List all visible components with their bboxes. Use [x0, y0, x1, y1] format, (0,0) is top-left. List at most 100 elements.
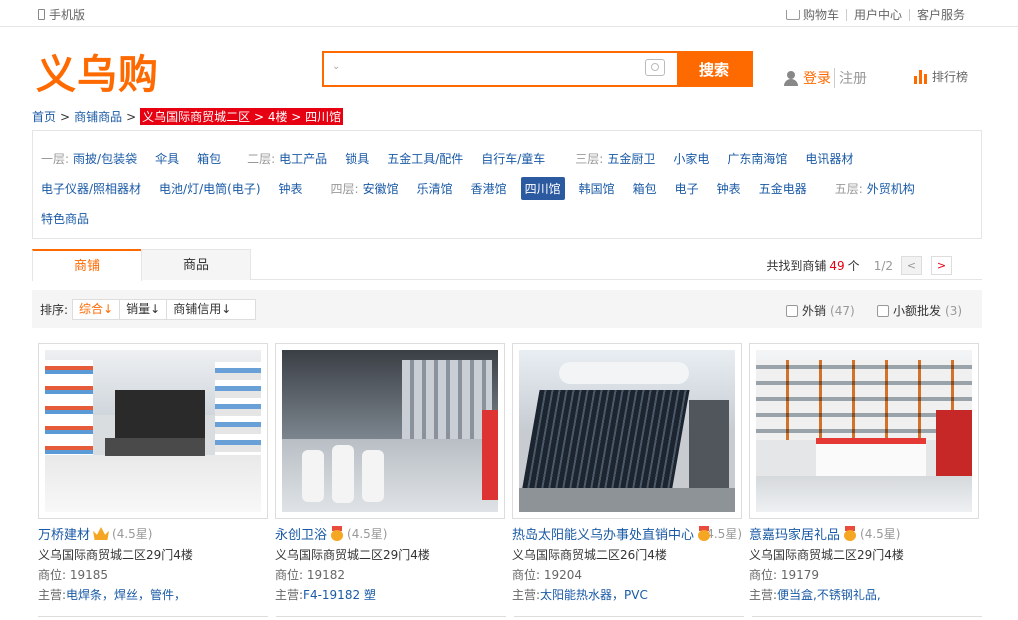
floor-item[interactable]: 电工产品: [279, 150, 327, 167]
shop-name[interactable]: 意嘉玛家居礼品: [749, 524, 840, 543]
user-center-link[interactable]: 用户中心: [847, 6, 909, 23]
shop-photo-frame[interactable]: [38, 343, 268, 519]
prev-page-button[interactable]: <: [901, 256, 922, 275]
chevron-down-icon[interactable]: ⌄: [332, 61, 340, 72]
floor-item[interactable]: 钟表: [279, 180, 303, 197]
business-label: 主营:: [38, 588, 67, 602]
shop-name-row[interactable]: 永创卫浴 (4.5星): [275, 524, 505, 543]
shop-business: 主营:太阳能热水器，PVC: [512, 586, 742, 603]
floor-item[interactable]: 外贸机构: [867, 180, 915, 197]
floor-item[interactable]: 乐清馆: [417, 180, 453, 197]
shop-card[interactable]: 意嘉玛家居礼品 (4.5星) 义乌国际商贸城二区29门4楼 商位: 19179 …: [749, 343, 979, 603]
shop-photo-frame[interactable]: [275, 343, 505, 519]
shop-name-row[interactable]: 万桥建材 (4.5星): [38, 524, 268, 543]
breadcrumb-shops[interactable]: 商铺商品: [74, 108, 122, 125]
shop-name[interactable]: 万桥建材: [38, 524, 90, 543]
mobile-link[interactable]: 手机版: [38, 6, 85, 23]
tab-products[interactable]: 商品: [141, 249, 251, 280]
filter-export[interactable]: 外销 (47): [786, 302, 855, 319]
shop-rating: (4.5星): [860, 527, 901, 541]
shop-card[interactable]: 万桥建材 (4.5星) 义乌国际商贸城二区29门4楼 商位: 19185 主营:…: [38, 343, 268, 603]
floor-item[interactable]: 小家电: [673, 150, 709, 167]
register-link[interactable]: 注册: [834, 68, 867, 88]
shop-name-row[interactable]: 意嘉玛家居礼品 (4.5星): [749, 524, 979, 543]
floor-item[interactable]: 广东南海馆: [727, 150, 787, 167]
filter-small-wholesale[interactable]: 小额批发 (3): [877, 302, 962, 319]
floor-item[interactable]: 韩国馆: [579, 180, 615, 197]
floor-label: 一层:: [41, 151, 70, 166]
floor-item[interactable]: 安徽馆: [363, 180, 399, 197]
business-value[interactable]: 便当盒,不锈钢礼品,: [777, 588, 881, 602]
cart-link[interactable]: 购物车: [779, 6, 846, 23]
floor-label: 三层:: [575, 151, 604, 166]
shop-name[interactable]: 永创卫浴: [275, 524, 327, 543]
ranking-label: 排行榜: [932, 70, 969, 84]
checkbox[interactable]: [877, 304, 889, 317]
shop-photo: [519, 350, 735, 512]
business-label: 主营:: [749, 588, 778, 602]
breadcrumb-home[interactable]: 首页: [32, 108, 56, 125]
sort-option-label: 综合: [79, 301, 104, 316]
shop-photo-frame[interactable]: [749, 343, 979, 519]
search-input[interactable]: [348, 57, 638, 81]
floor-item[interactable]: 电子仪器/照相器材: [41, 180, 141, 197]
result-info: 共找到商铺 49 个 1/2 < >: [766, 256, 952, 275]
found-prefix: 共找到商铺: [766, 259, 827, 273]
floor-item[interactable]: 电池/灯/电筒(电子): [159, 180, 260, 197]
site-logo[interactable]: 义乌购: [36, 42, 159, 100]
shop-rating: (4.5星): [112, 527, 153, 541]
floor-item[interactable]: 伞具: [155, 150, 179, 167]
floor-item[interactable]: 电讯器材: [805, 150, 853, 167]
medal-icon: [330, 526, 344, 541]
tab-shops[interactable]: 商铺: [32, 249, 142, 281]
found-suffix: 个: [847, 259, 860, 273]
floor-item[interactable]: 五金工具/配件: [387, 150, 463, 167]
top-bar: 手机版 购物车 用户中心 客户服务: [0, 0, 1018, 27]
checkbox[interactable]: [786, 304, 798, 317]
business-value[interactable]: 电焊条，焊丝，管件，: [66, 588, 186, 602]
floor-item[interactable]: 五金电器: [759, 180, 807, 197]
shop-card[interactable]: 永创卫浴 (4.5星) 义乌国际商贸城二区29门4楼 商位: 19182 主营:…: [275, 343, 505, 603]
ranking-link[interactable]: 排行榜: [914, 68, 968, 85]
sort-options: 综合↓ 销量↓ 商铺信用↓: [72, 298, 257, 320]
floor-item[interactable]: 特色商品: [41, 210, 89, 227]
shop-position: 商位: 19182: [275, 568, 346, 582]
floor-item[interactable]: 电子: [675, 180, 699, 197]
filter-count: (3): [945, 303, 963, 318]
next-row-edge: [38, 616, 982, 620]
medal-icon: [843, 526, 857, 541]
shop-name-row[interactable]: 热岛太阳能义乌办事处直销中心 (4.5星): [512, 524, 742, 543]
sort-option-credit[interactable]: 商铺信用↓: [167, 300, 255, 319]
floor-item[interactable]: 五金厨卫: [607, 150, 655, 167]
floor-item-active[interactable]: 四川馆: [520, 176, 565, 200]
floor-item[interactable]: 锁具: [345, 150, 369, 167]
sort-option-default[interactable]: 综合↓: [73, 299, 121, 319]
shop-position: 商位: 19185: [38, 568, 109, 582]
shop-position: 商位: 19179: [749, 568, 820, 582]
next-page-button[interactable]: >: [931, 256, 952, 275]
business-value[interactable]: 太阳能热水器，PVC: [540, 588, 648, 602]
customer-service-link[interactable]: 客户服务: [910, 6, 972, 23]
floor-item[interactable]: 箱包: [633, 180, 657, 197]
bar-chart-icon: [914, 69, 927, 84]
filter-label: 小额批发: [893, 304, 942, 318]
sort-option-label: 销量: [126, 301, 151, 316]
shop-name[interactable]: 热岛太阳能义乌办事处直销中心: [512, 524, 694, 543]
floor-item[interactable]: 自行车/童车: [481, 150, 545, 167]
shop-photo-frame[interactable]: [512, 343, 742, 519]
search-button[interactable]: 搜索: [677, 53, 751, 85]
sort-option-sales[interactable]: 销量↓: [120, 299, 168, 319]
arrow-down-icon: ↓: [103, 301, 114, 316]
floor-item[interactable]: 雨披/包装袋: [73, 150, 137, 167]
floor-label: 二层:: [247, 151, 276, 166]
floor-item[interactable]: 箱包: [197, 150, 221, 167]
shop-photo: [282, 350, 498, 512]
shop-photo: [756, 350, 972, 512]
floor-item[interactable]: 香港馆: [471, 180, 507, 197]
camera-icon[interactable]: [645, 59, 665, 76]
floor-label: 五层:: [834, 181, 863, 196]
login-link[interactable]: 登录: [803, 68, 831, 88]
floor-item[interactable]: 钟表: [717, 180, 741, 197]
shop-card[interactable]: 热岛太阳能义乌办事处直销中心 (4.5星) 义乌国际商贸城二区26门4楼 商位:…: [512, 343, 742, 603]
business-value[interactable]: F4-19182 塑: [303, 588, 376, 602]
